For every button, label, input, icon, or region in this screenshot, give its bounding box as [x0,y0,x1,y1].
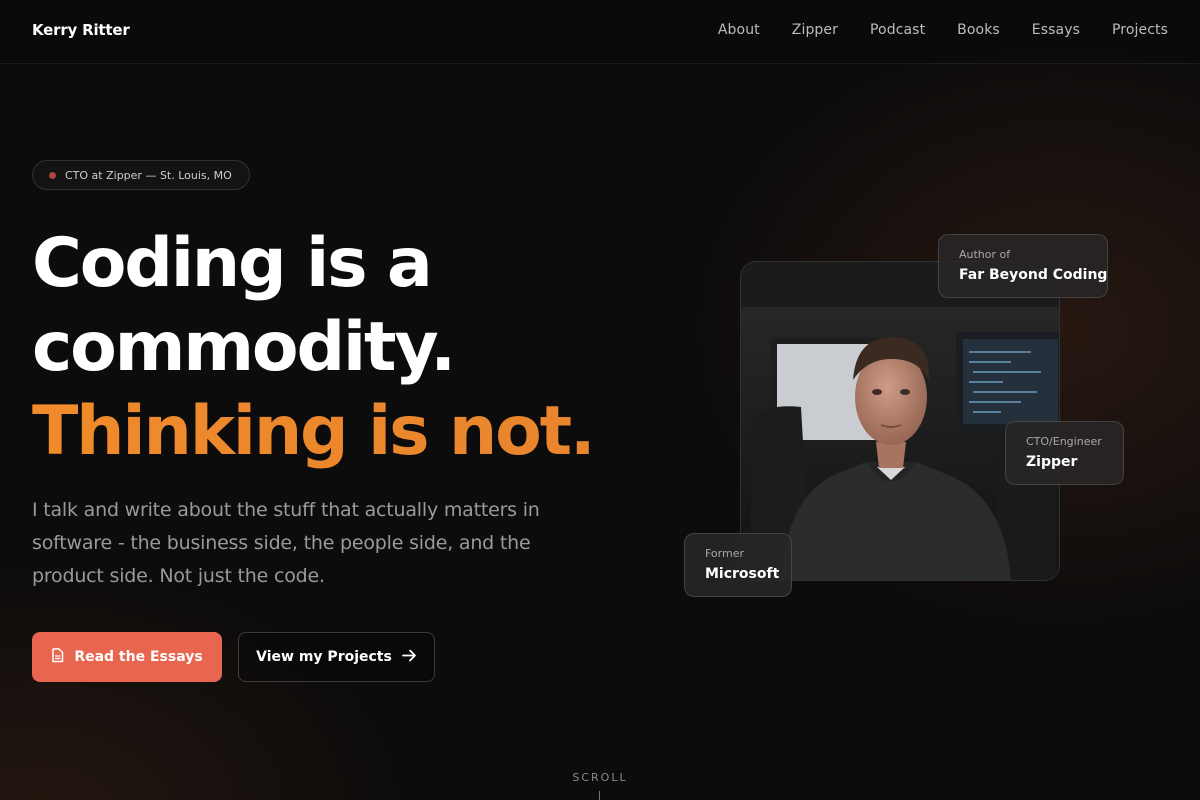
location-badge: CTO at Zipper — St. Louis, MO [32,160,250,190]
former-card: Former Microsoft [684,533,792,597]
document-icon [51,647,64,667]
hero-subtext: I talk and write about the stuff that ac… [32,499,540,587]
nav-about[interactable]: About [718,22,760,38]
arrow-right-icon [401,649,417,666]
badge-text: CTO at Zipper — St. Louis, MO [65,168,232,182]
author-card-value: Far Beyond Coding [959,267,1108,283]
headline-line-1: Coding is a [32,224,433,303]
nav-projects[interactable]: Projects [1112,22,1168,38]
status-dot [49,171,56,179]
former-card-title: Former [705,547,744,560]
scroll-line [599,791,600,800]
view-projects-button[interactable]: View my Projects [238,632,435,682]
site-brand[interactable]: Kerry Ritter [32,21,130,39]
scroll-indicator[interactable]: SCROLL [0,771,1200,784]
hero-headline: Coding is a commodity. Thinking is not. [32,222,596,474]
nav-zipper[interactable]: Zipper [792,22,838,38]
main-nav: About Zipper Podcast Books Essays Projec… [718,22,1168,38]
nav-podcast[interactable]: Podcast [870,22,925,38]
author-card-title: Author of [959,248,1011,261]
headline-line-2: commodity. [32,308,456,387]
former-card-value: Microsoft [705,566,780,582]
cto-card-value: Zipper [1026,454,1078,470]
read-essays-button[interactable]: Read the Essays [32,632,222,682]
cto-card: CTO/Engineer Zipper [1005,421,1124,485]
cto-card-title: CTO/Engineer [1026,435,1102,448]
nav-essays[interactable]: Essays [1032,22,1080,38]
site-header: Kerry Ritter About Zipper Podcast Books … [0,0,1200,64]
nav-books[interactable]: Books [957,22,1000,38]
headline-accent: Thinking is not. [32,390,596,474]
author-card: Author of Far Beyond Coding [938,234,1108,298]
view-projects-label: View my Projects [256,649,392,665]
read-essays-label: Read the Essays [74,649,203,665]
